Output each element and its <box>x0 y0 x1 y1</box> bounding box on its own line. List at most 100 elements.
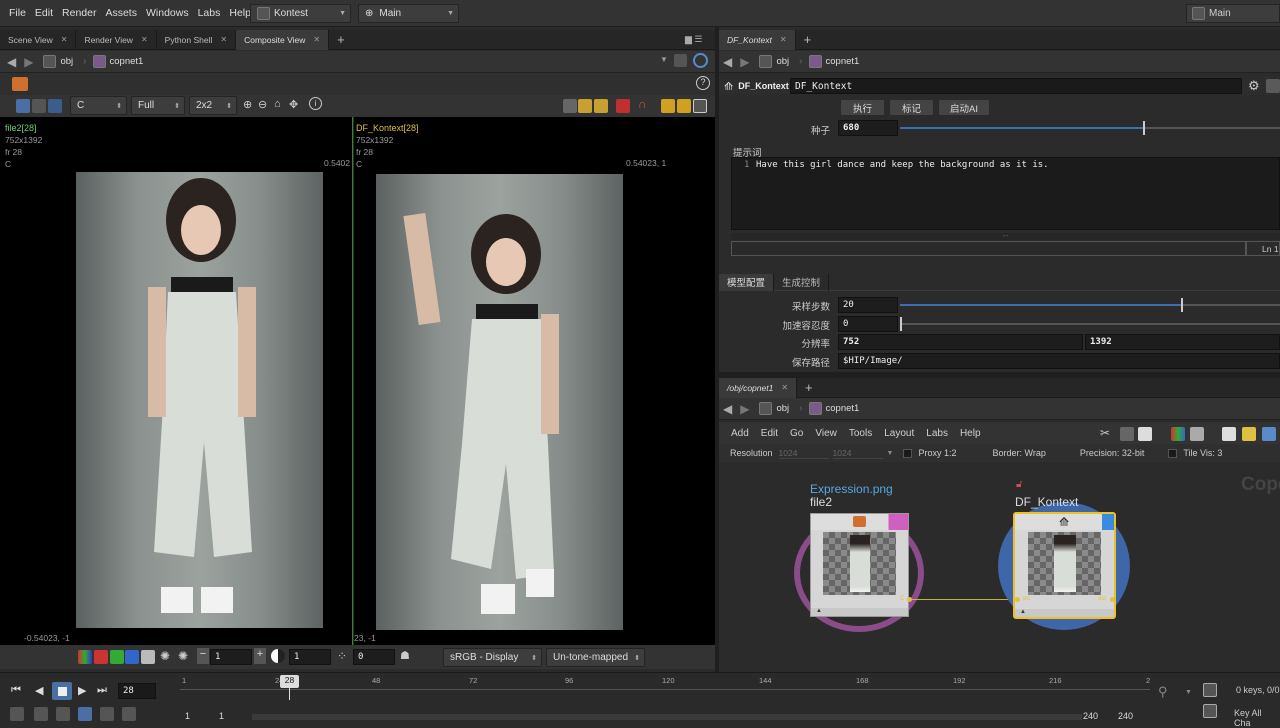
net-menu-tools[interactable]: Tools <box>849 428 872 439</box>
net-menu-help[interactable]: Help <box>960 428 981 439</box>
breadcrumb-obj[interactable]: obj <box>43 55 73 68</box>
steps-slider-handle[interactable] <box>1181 298 1184 312</box>
help-book-icon[interactable] <box>1266 79 1280 93</box>
minus-button[interactable]: − <box>197 648 209 664</box>
display-select[interactable]: sRGB - Display ⬍ <box>443 648 542 667</box>
fullscreen-icon[interactable] <box>693 99 707 113</box>
zoom-in-icon[interactable]: ⊕ <box>243 98 252 111</box>
single-view-icon[interactable] <box>563 99 577 113</box>
help-icon[interactable]: ? <box>696 76 710 90</box>
offset-field[interactable]: 0 <box>353 649 395 665</box>
colorspace-icon[interactable]: ☗ <box>400 649 410 662</box>
menu-help[interactable]: Help <box>229 7 251 19</box>
play-icon[interactable]: ▶ <box>78 684 86 697</box>
chevron-down-icon[interactable]: ▼ <box>887 450 894 457</box>
viewport-df-kontext[interactable]: DF_Kontext[28] 752x1392 fr 28 C 0.54023,… <box>354 117 715 645</box>
menu-windows[interactable]: Windows <box>146 7 189 19</box>
seed-slider[interactable] <box>900 121 1280 135</box>
menu-file[interactable]: File <box>9 7 26 19</box>
close-icon[interactable]: ✕ <box>220 35 227 44</box>
path-dropdown-icon[interactable]: ▼ <box>660 55 668 64</box>
proxy-checkbox[interactable] <box>903 448 913 458</box>
accel-field[interactable]: 0 <box>838 316 898 332</box>
sticky-icon[interactable] <box>1242 427 1256 441</box>
tree-icon[interactable] <box>1120 427 1134 441</box>
layers-icon[interactable] <box>32 99 46 113</box>
resolution-select[interactable]: Full ⬍ <box>131 96 185 115</box>
playhead-marker[interactable]: 28 <box>280 675 299 688</box>
info-icon[interactable]: i <box>309 97 322 110</box>
net-menu-go[interactable]: Go <box>790 428 803 439</box>
exposure-icon[interactable]: ✺ <box>160 649 170 663</box>
blue-channel-icon[interactable] <box>125 650 139 664</box>
output-dot-icon[interactable] <box>1110 597 1115 602</box>
green-channel-icon[interactable] <box>110 650 124 664</box>
df-output-port[interactable]: dst <box>1098 596 1106 602</box>
menu-render[interactable]: Render <box>62 7 96 19</box>
stop-button[interactable] <box>52 682 72 700</box>
wrench-icon[interactable]: ✂ <box>1100 426 1110 440</box>
tab-python-shell[interactable]: Python Shell ✕ <box>157 29 237 50</box>
search-icon[interactable]: ⚲ <box>1158 684 1168 700</box>
rgb-icon[interactable] <box>78 650 92 664</box>
tilevis-checkbox[interactable] <box>1168 448 1178 458</box>
resolution-width-field[interactable]: 752 <box>838 334 1083 350</box>
file-output-port[interactable]: C <box>900 596 904 602</box>
lut-icon[interactable]: ⁘ <box>337 649 347 663</box>
add-tab-icon[interactable]: + <box>329 30 353 50</box>
key-all-channels[interactable]: Key All Cha <box>1234 708 1280 728</box>
hand-tool-icon[interactable] <box>12 77 28 91</box>
steps-field[interactable]: 20 <box>838 297 898 313</box>
view-mode-icon[interactable] <box>16 99 30 113</box>
snap-icon[interactable] <box>677 99 691 113</box>
breadcrumb-obj[interactable]: obj <box>759 402 789 415</box>
link-icon[interactable] <box>693 53 708 68</box>
add-tab-icon[interactable]: + <box>797 378 821 398</box>
file-node-flag-icon[interactable]: ▲ <box>811 608 908 616</box>
pin-icon[interactable] <box>674 54 687 67</box>
connection-wire[interactable] <box>912 599 1018 600</box>
tab-render-view[interactable]: Render View ✕ <box>76 29 157 50</box>
net-res-h[interactable]: 1024 <box>832 448 883 459</box>
net-menu-add[interactable]: Add <box>731 428 749 439</box>
file-node[interactable]: ▲ <box>810 513 909 617</box>
prompt-textarea[interactable]: 1 Have this girl dance and keep the back… <box>731 157 1280 230</box>
play-reverse-icon[interactable]: ◀ <box>35 684 43 697</box>
forward-arrow-icon[interactable]: ▶ <box>740 402 749 416</box>
audio-icon[interactable] <box>78 707 92 721</box>
zoom-out-icon[interactable]: ⊖ <box>258 98 267 111</box>
brightness-icon[interactable]: ✺ <box>178 649 188 663</box>
resolution-height-field[interactable]: 1392 <box>1085 334 1280 350</box>
tab-generation-control[interactable]: 生成控制 <box>774 273 830 291</box>
df-input-port[interactable]: src <box>1022 596 1030 602</box>
forward-arrow-icon[interactable]: ▶ <box>24 55 33 69</box>
layout-select[interactable]: 2x2 ⬍ <box>189 96 237 115</box>
tab-composite-view[interactable]: Composite View ✕ <box>236 29 330 50</box>
list-icon[interactable] <box>1138 427 1152 441</box>
breadcrumb-net[interactable]: copnet1 <box>808 55 859 68</box>
df-node-flag-icon[interactable]: ▲ <box>1015 609 1114 617</box>
back-arrow-icon[interactable]: ◀ <box>723 55 732 69</box>
seed-field[interactable]: 680 <box>838 120 898 136</box>
close-icon[interactable]: ✕ <box>781 383 788 392</box>
back-arrow-icon[interactable]: ◀ <box>723 402 732 416</box>
resize-handle[interactable]: ⁃⁃ <box>731 233 1280 240</box>
breadcrumb-net[interactable]: copnet1 <box>808 402 859 415</box>
magnet-icon[interactable]: ∩ <box>638 97 647 111</box>
menu-labs[interactable]: Labs <box>198 7 221 19</box>
jump-start-icon[interactable]: ⏮ <box>11 684 21 697</box>
record-icon[interactable] <box>616 99 630 113</box>
tab-model-config[interactable]: 模型配置 <box>719 273 775 291</box>
network-select[interactable]: ⊕ Main ▼ <box>358 4 459 23</box>
menu-edit[interactable]: Edit <box>35 7 53 19</box>
back-arrow-icon[interactable]: ◀ <box>7 55 16 69</box>
chevron-down-icon[interactable]: ▼ <box>1185 689 1192 696</box>
input-dot-icon[interactable] <box>1015 597 1020 602</box>
breadcrumb-net[interactable]: copnet1 <box>92 55 143 68</box>
keys-icon[interactable] <box>1203 683 1217 697</box>
add-tab-icon[interactable]: + <box>796 30 820 50</box>
settings-icon[interactable] <box>34 707 48 721</box>
net-menu-layout[interactable]: Layout <box>884 428 914 439</box>
seed-slider-handle[interactable] <box>1143 121 1146 135</box>
mark-button[interactable]: 标记 <box>889 99 934 116</box>
